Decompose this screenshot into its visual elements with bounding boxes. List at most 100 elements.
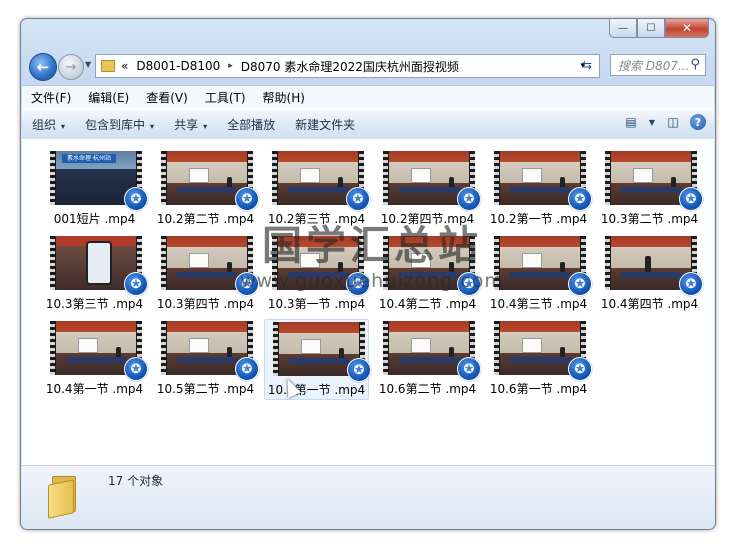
address-overflow-icon[interactable]: « [121,59,128,73]
chevron-down-icon: ▾ [61,121,66,131]
search-icon[interactable]: ⚲ [690,57,700,72]
file-name: 10.4第一节 .mp4 [45,382,144,396]
close-icon: ✕ [681,21,693,35]
media-player-icon: ✪ [346,272,370,296]
menu-help[interactable]: 帮助(H) [254,89,313,106]
media-player-icon: ✪ [235,272,259,296]
menu-file[interactable]: 文件(F) [22,89,79,106]
play-all-button[interactable]: 全部播放 [217,116,285,133]
file-name: 10.4第二节 .mp4 [378,297,477,311]
preview-pane-icon[interactable]: ◫ [664,114,682,130]
media-player-icon: ✪ [457,187,481,211]
maximize-button[interactable]: ☐ [637,19,665,38]
file-item[interactable]: ✪ 10.3第三节 .mp4 [42,234,148,315]
file-name: 10.5第一节 .mp4 [267,383,366,397]
maximize-icon: ☐ [646,22,656,34]
menu-edit[interactable]: 编辑(E) [79,89,137,106]
include-in-library-label: 包含到库中 [85,117,146,132]
forward-arrow-icon: → [65,59,77,75]
refresh-button[interactable]: ⇆ [576,54,598,76]
address-segment-current[interactable]: D8070 素水命理2022国庆杭州面授视频 [241,58,459,75]
minimize-button[interactable]: — [609,19,637,38]
item-count: 17 个对象 [108,474,164,488]
search-placeholder: 搜索 D807... [618,58,690,73]
media-player-icon: ✪ [568,272,592,296]
file-name: 10.4第四节 .mp4 [600,297,699,311]
forward-button[interactable]: → [58,54,84,80]
command-bar: 组织 ▾ 包含到库中 ▾ 共享 ▾ 全部播放 新建文件夹 ▤ ▼ ◫ ? [22,108,714,140]
file-item[interactable]: ✪ 10.4第二节 .mp4 [375,234,481,315]
chevron-down-icon: ▾ [150,121,155,131]
help-icon[interactable]: ? [690,114,706,130]
close-button[interactable]: ✕ [665,19,709,38]
media-player-icon: ✪ [235,187,259,211]
file-item[interactable]: ✪ 10.4第四节 .mp4 [597,234,703,315]
media-player-icon: ✪ [124,272,148,296]
file-name: 10.6第一节 .mp4 [489,382,588,396]
minimize-icon: — [618,22,628,34]
chevron-down-icon[interactable]: ▼ [648,114,656,130]
file-name: 10.4第三节 .mp4 [489,297,588,311]
chevron-down-icon: ▾ [203,121,208,131]
refresh-icon: ⇆ [581,58,593,72]
file-grid: 素水命理·杭州站 ✪ 001短片 .mp4 ✪ 10.2第二节 .mp4 ✪ 10.2第三节… [42,149,708,404]
file-name: 10.3第三节 .mp4 [45,297,144,311]
caption-buttons: — ☐ ✕ [609,19,709,38]
share-label: 共享 [174,117,199,132]
include-in-library-button[interactable]: 包含到库中 ▾ [75,116,164,133]
chevron-down-icon: ▼ [85,60,92,69]
search-box[interactable]: 搜索 D807... ⚲ [610,54,706,76]
media-player-icon: ✪ [124,357,148,381]
file-item[interactable]: ✪ 10.2第一节 .mp4 [486,149,592,230]
navigation-row: ← → ▼ « D8001-D8100 ▸ D8070 素水命理2022国庆杭州… [27,51,709,81]
file-item[interactable]: ✪ 10.4第三节 .mp4 [486,234,592,315]
media-player-icon: ✪ [568,357,592,381]
file-name: 10.2第一节 .mp4 [489,212,588,226]
file-item[interactable]: ✪ 10.5第一节 .mp4 [264,319,371,400]
folder-icon [48,474,80,519]
file-item[interactable]: ✪ 10.3第一节 .mp4 [264,234,370,315]
file-item[interactable]: ✪ 10.3第二节 .mp4 [597,149,703,230]
explorer-window: — ☐ ✕ ← → ▼ « D8001-D8100 ▸ D8070 素水命理20… [20,18,716,530]
file-name: 10.3第一节 .mp4 [267,297,366,311]
file-name: 001短片 .mp4 [53,212,136,226]
address-segment-parent[interactable]: D8001-D8100 [136,59,220,73]
view-controls: ▤ ▼ ◫ ? [622,114,706,130]
menu-tools[interactable]: 工具(T) [196,89,254,106]
file-item[interactable]: ✪ 10.5第二节 .mp4 [153,319,259,400]
media-player-icon: ✪ [235,357,259,381]
change-view-icon[interactable]: ▤ [622,114,640,130]
file-list-pane[interactable]: 素水命理·杭州站 ✪ 001短片 .mp4 ✪ 10.2第二节 .mp4 ✪ 10.2第三节… [22,139,714,465]
file-item[interactable]: ✪ 10.2第三节 .mp4 [264,149,370,230]
file-item[interactable]: ✪ 10.2第四节.mp4 [375,149,481,230]
folder-icon [101,60,115,72]
media-player-icon: ✪ [679,187,703,211]
file-name: 10.5第二节 .mp4 [156,382,255,396]
file-item[interactable]: ✪ 10.4第一节 .mp4 [42,319,148,400]
new-folder-button[interactable]: 新建文件夹 [285,116,365,133]
media-player-icon: ✪ [568,187,592,211]
thumbnail-banner: 素水命理·杭州站 [62,154,116,163]
file-item[interactable]: ✪ 10.3第四节 .mp4 [153,234,259,315]
file-item[interactable]: ✪ 10.6第二节 .mp4 [375,319,481,400]
file-item[interactable]: ✪ 10.2第二节 .mp4 [153,149,259,230]
media-player-icon: ✪ [457,357,481,381]
file-name: 10.2第三节 .mp4 [267,212,366,226]
organize-label: 组织 [32,117,57,132]
file-name: 10.6第二节 .mp4 [378,382,477,396]
media-player-icon: ✪ [346,187,370,211]
back-button[interactable]: ← [29,53,57,81]
recent-pages-button[interactable]: ▼ [85,60,91,69]
organize-button[interactable]: 组织 ▾ [22,116,75,133]
media-player-icon: ✪ [679,272,703,296]
file-item[interactable]: 素水命理·杭州站 ✪ 001短片 .mp4 [42,149,148,230]
share-button[interactable]: 共享 ▾ [164,116,217,133]
details-pane: 17 个对象 [22,465,714,526]
file-item[interactable]: ✪ 10.6第一节 .mp4 [486,319,592,400]
address-separator-icon[interactable]: ▸ [228,61,233,71]
file-name: 10.2第二节 .mp4 [156,212,255,226]
file-name: 10.3第二节 .mp4 [600,212,699,226]
address-bar[interactable]: « D8001-D8100 ▸ D8070 素水命理2022国庆杭州面授视频 ▾ [95,54,600,78]
menu-view[interactable]: 查看(V) [137,89,196,106]
back-arrow-icon: ← [36,58,50,76]
